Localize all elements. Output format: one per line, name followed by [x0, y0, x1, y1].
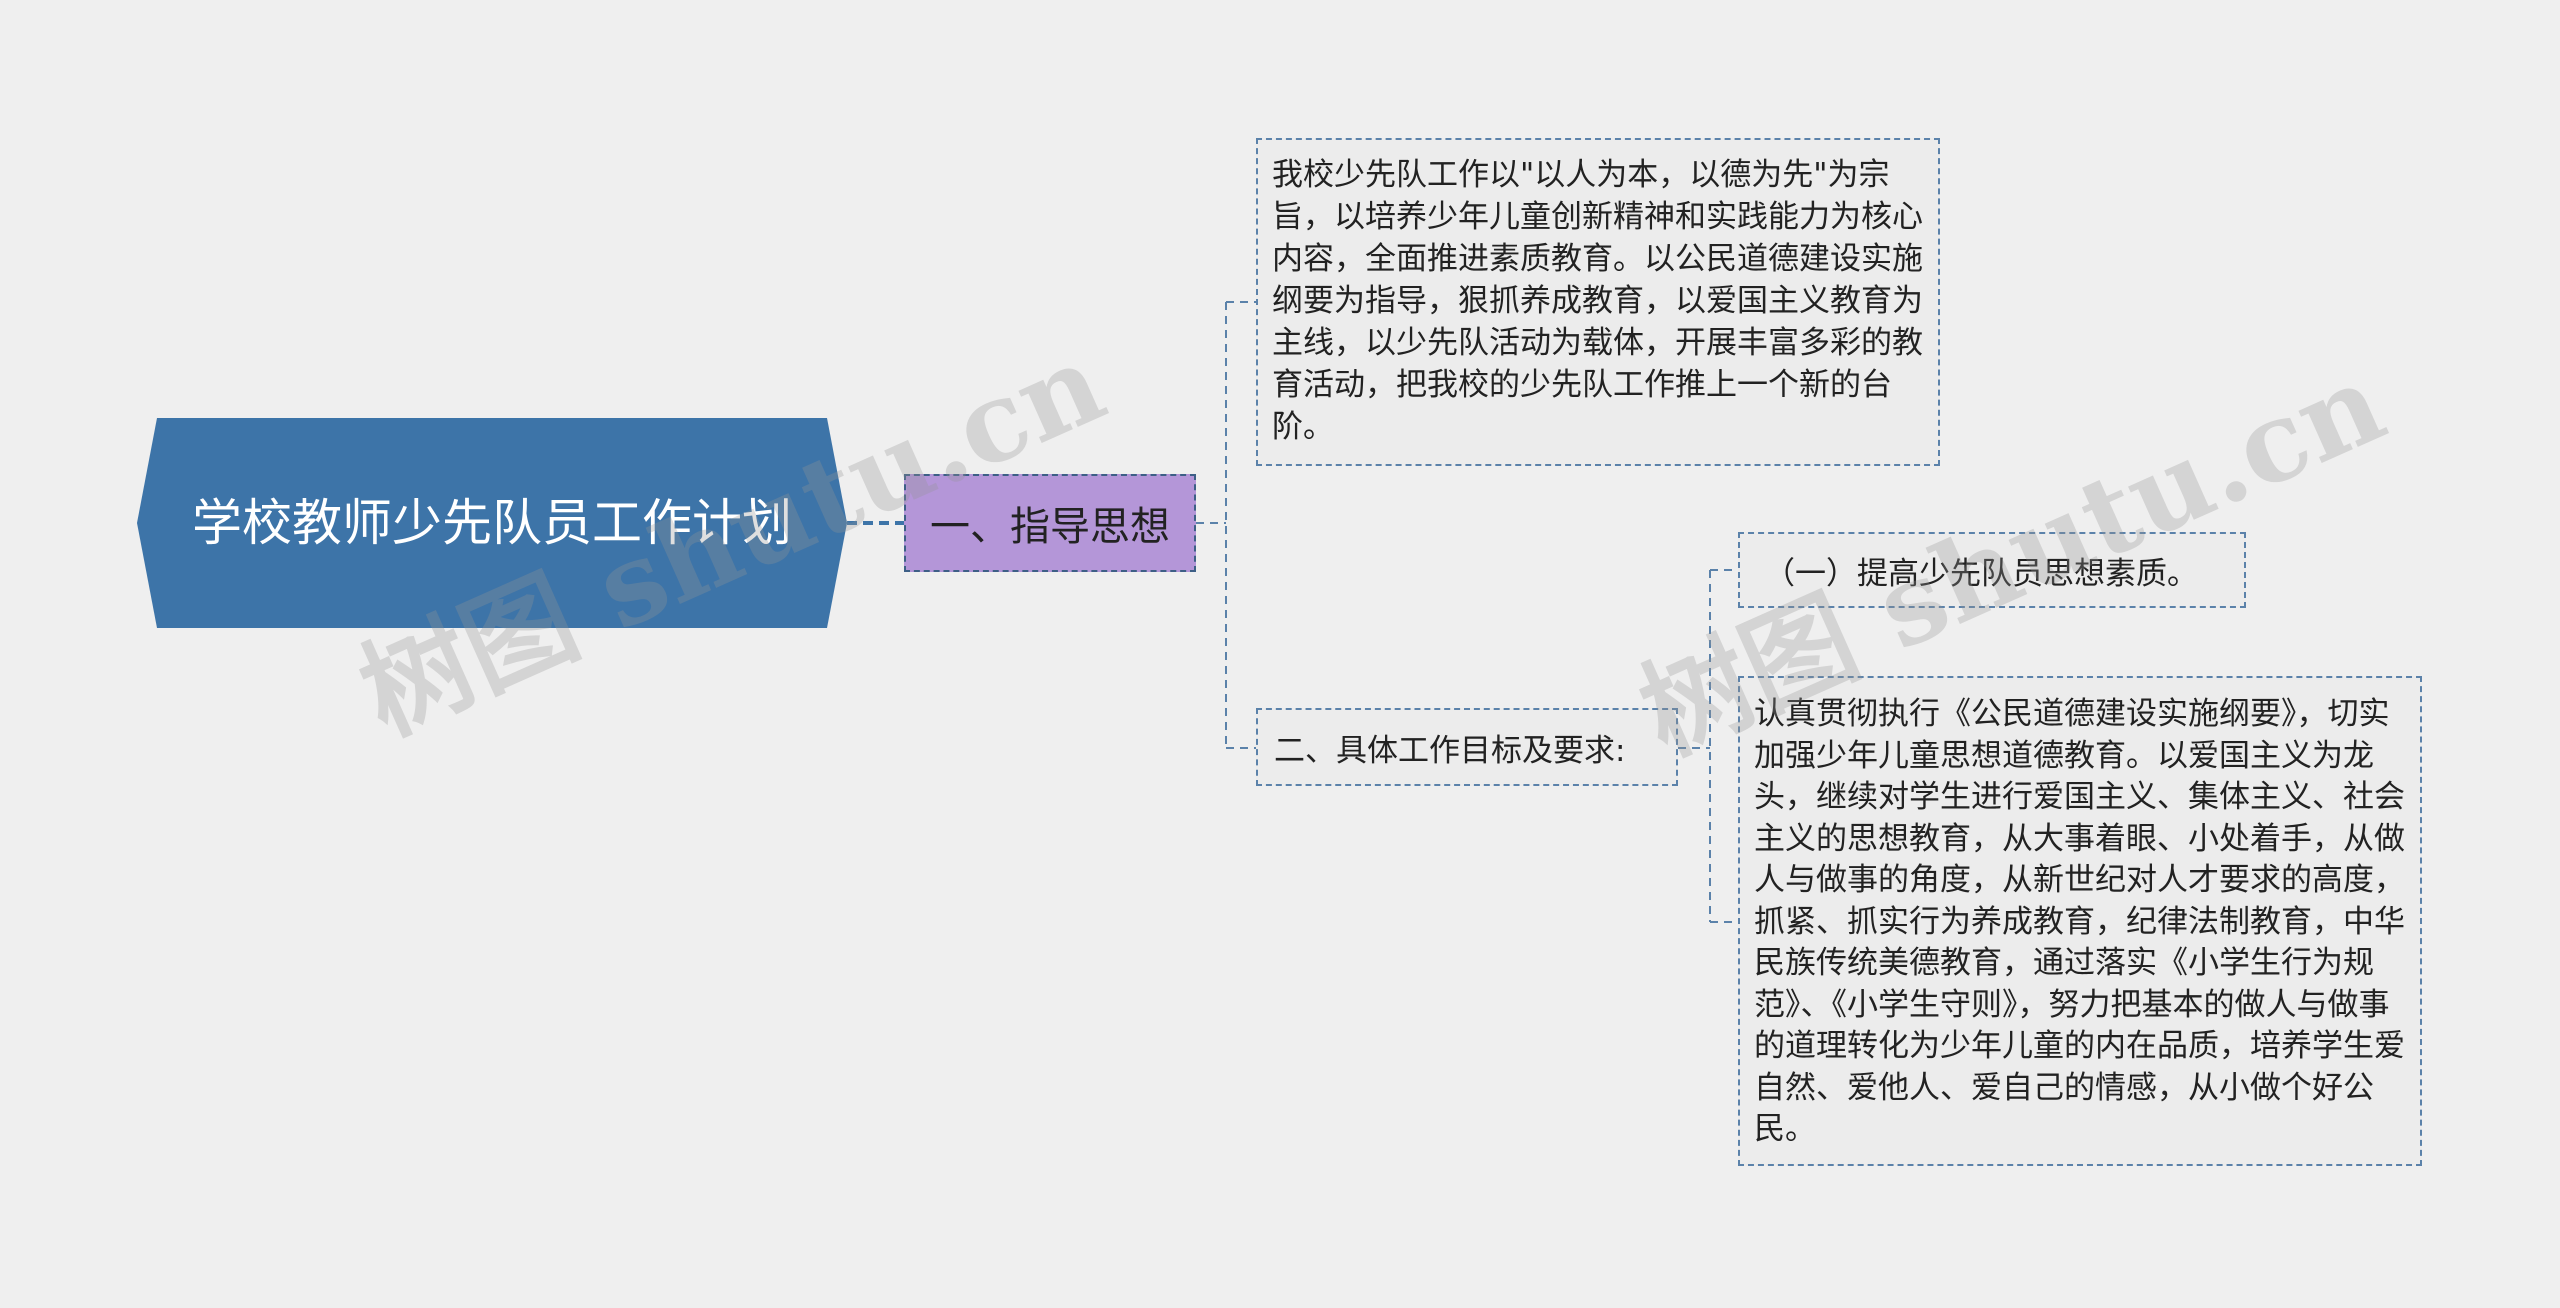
topic-work-goals-label: 二、具体工作目标及要求: [1274, 732, 1626, 769]
topic-guiding-ideology[interactable]: 一、指导思想 [904, 474, 1196, 572]
topic-goal-1[interactable]: （一）提高少先队员思想素质。 [1738, 532, 2246, 608]
topic-guiding-ideology-text[interactable]: 我校少先队工作以"以人为本，以德为先"为宗旨，以培养少年儿童创新精神和实践能力为… [1256, 138, 1940, 466]
guiding-ideology-text: 我校少先队工作以"以人为本，以德为先"为宗旨，以培养少年儿童创新精神和实践能力为… [1272, 157, 1923, 445]
root-topic-label: 学校教师少先队员工作计划 [192, 494, 792, 552]
topic-goal-1-label: （一）提高少先队员思想素质。 [1764, 555, 2198, 592]
topic-work-goals[interactable]: 二、具体工作目标及要求: [1256, 708, 1678, 786]
connector-goals-children [1678, 569, 1738, 923]
goal-1-text: 认真贯彻执行《公民道德建设实施纲要》，切实加强少年儿童思想道德教育。以爱国主义为… [1754, 696, 2405, 1147]
topic-goal-1-text[interactable]: 认真贯彻执行《公民道德建设实施纲要》，切实加强少年儿童思想道德教育。以爱国主义为… [1738, 676, 2422, 1166]
root-topic[interactable]: 学校教师少先队员工作计划 [137, 418, 847, 628]
topic-guiding-ideology-label: 一、指导思想 [930, 504, 1170, 550]
connector-guiding-children [1196, 301, 1256, 749]
